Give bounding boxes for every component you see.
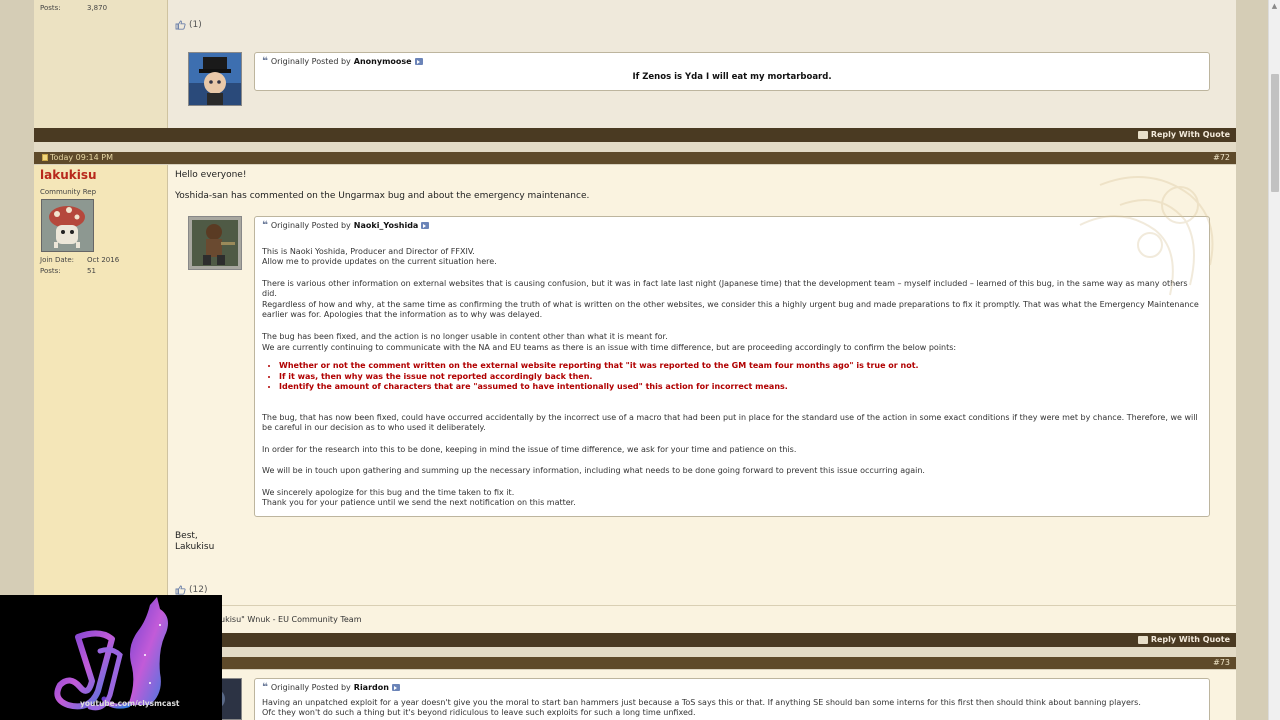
- user-stat-posts: Posts: 51: [40, 267, 96, 275]
- signature-text: ukisu" Wnuk - EU Community Team: [220, 615, 362, 624]
- quote-header: ❝ Originally Posted by Naoki_Yoshida: [262, 219, 430, 231]
- post-content: (1) ❝ Originally Posted by Anonymoose If: [168, 0, 1236, 128]
- issue-points-list: Whether or not the comment written on th…: [279, 361, 919, 393]
- post-icon: [42, 154, 48, 161]
- quote-icon: ❝: [262, 219, 268, 231]
- quote-author[interactable]: Anonymoose: [354, 57, 412, 66]
- quote-text: If Zenos is Yda I will eat my mortarboar…: [632, 72, 832, 82]
- list-item: Identify the amount of characters that a…: [279, 382, 919, 393]
- post-userinfo: Posts: 3,870: [34, 0, 168, 128]
- quote-line-2: Ofc they won't do such a thing but it's …: [262, 708, 696, 717]
- quote-para-4b: We are currently continuing to communica…: [262, 343, 957, 352]
- quote-icon: ❝: [262, 681, 268, 693]
- forum-post-71: Posts:3,870 (1) ❝ Originally Posted by: [34, 0, 1236, 128]
- post-content: ❝ Originally Posted by Riardon Having an…: [168, 670, 1236, 720]
- channel-url: youtube.com/clysmcast: [80, 699, 180, 708]
- page-scrollbar[interactable]: ▲: [1268, 0, 1280, 720]
- post-spacer: [34, 142, 1236, 152]
- quote-para-7: We will be in touch upon gathering and s…: [262, 466, 925, 475]
- post-header-bar: Today 09:14 PM #72: [34, 152, 1236, 164]
- quote-box: ❝ Originally Posted by Riardon Having an…: [254, 678, 1210, 720]
- thumbs-up-icon: [175, 20, 186, 30]
- like-count: (1): [189, 20, 202, 30]
- decorative-watermark: [1079, 176, 1214, 296]
- scroll-up-arrow-icon[interactable]: ▲: [1269, 0, 1280, 12]
- quote-para-1b: Allow me to provide updates on the curre…: [262, 257, 497, 266]
- post-number-link[interactable]: #72: [1213, 153, 1230, 162]
- post-closing: Best,: [175, 531, 198, 541]
- quote-para-4a: The bug has been fixed, and the action i…: [262, 332, 668, 341]
- page-right-margin: [1236, 0, 1268, 720]
- post-signoff: Lakukisu: [175, 542, 215, 552]
- quote-line-1: Having an unpatched exploit for a year d…: [262, 698, 1141, 707]
- user-stat-posts: Posts: 3,870: [40, 4, 108, 12]
- signature-divider: [168, 605, 1236, 606]
- reply-with-quote-button[interactable]: Reply With Quote: [1137, 130, 1230, 139]
- quote-author[interactable]: Riardon: [354, 683, 389, 692]
- list-item: Whether or not the comment written on th…: [279, 361, 919, 372]
- like-button[interactable]: (1): [175, 20, 202, 30]
- scrollbar-thumb[interactable]: [1271, 74, 1279, 192]
- list-item: If it was, then why was the issue not re…: [279, 372, 919, 383]
- like-count: (12): [189, 585, 208, 595]
- post-greeting: Hello everyone!: [175, 170, 247, 180]
- view-post-icon[interactable]: [421, 222, 430, 229]
- quote-icon: ❝: [262, 55, 268, 67]
- quote-header: ❝ Originally Posted by Riardon: [262, 681, 400, 693]
- post-userinfo: lakukisu Community Rep Join Date: Oct 201…: [34, 165, 168, 633]
- quote-para-5: The bug, that has now been fixed, could …: [262, 413, 1198, 432]
- quote-bubble-icon: [1137, 635, 1148, 644]
- post-footer-bar: Reply With Quote: [34, 128, 1236, 142]
- thumbs-up-icon: [175, 585, 186, 595]
- user-title: Community Rep: [40, 188, 97, 196]
- view-post-icon[interactable]: [391, 684, 400, 691]
- user-avatar[interactable]: [41, 199, 94, 252]
- post-date: Today 09:14 PM: [42, 153, 113, 162]
- quote-para-8a: We sincerely apologize for this bug and …: [262, 488, 515, 497]
- reply-with-quote-button[interactable]: Reply With Quote: [1137, 635, 1230, 644]
- quote-para-1a: This is Naoki Yoshida, Producer and Dire…: [262, 247, 475, 256]
- username-link[interactable]: lakukisu: [40, 168, 97, 182]
- quote-para-6: In order for the research into this to b…: [262, 445, 797, 454]
- quote-author[interactable]: Naoki_Yoshida: [354, 221, 419, 230]
- quoted-user-avatar[interactable]: [188, 52, 242, 106]
- quote-header: ❝ Originally Posted by Anonymoose: [262, 55, 423, 67]
- view-post-icon[interactable]: [414, 58, 423, 65]
- post-intro: Yoshida-san has commented on the Ungarma…: [175, 191, 590, 201]
- quote-box: ❝ Originally Posted by Anonymoose If Zen…: [254, 52, 1210, 91]
- post-number-link[interactable]: #73: [1213, 658, 1230, 667]
- quote-para-8b: Thank you for your patience until we sen…: [262, 498, 576, 507]
- quoted-user-avatar[interactable]: [188, 216, 242, 270]
- forum-post-72: lakukisu Community Rep Join Date: Oct 201…: [34, 165, 1236, 633]
- quote-bubble-icon: [1137, 130, 1148, 139]
- like-button[interactable]: (12): [175, 585, 207, 595]
- user-stat-joindate: Join Date: Oct 2016: [40, 256, 120, 264]
- channel-logo-overlay: youtube.com/clysmcast: [0, 595, 222, 720]
